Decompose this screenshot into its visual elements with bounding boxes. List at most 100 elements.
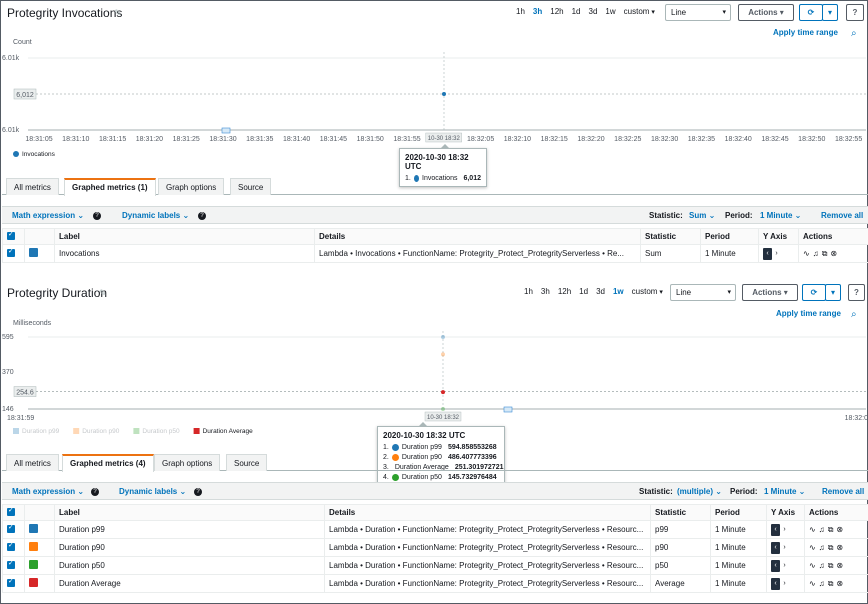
select-all-checkbox[interactable] <box>7 506 15 516</box>
y-axis-left-button[interactable]: ‹ <box>771 523 780 536</box>
statistic-dropdown[interactable]: Sum ⌄ <box>689 211 715 220</box>
tab-all-metrics[interactable]: All metrics <box>6 178 59 195</box>
tab-graph-options[interactable]: Graph options <box>154 454 221 471</box>
graph-line-icon[interactable]: ∿ <box>803 249 813 258</box>
legend-entry[interactable]: Duration p90 <box>82 428 120 435</box>
row-checkbox-cell[interactable] <box>2 574 25 593</box>
remove-all-link[interactable]: Remove all <box>821 211 863 220</box>
y-axis-right-button[interactable]: › <box>780 562 789 569</box>
range-custom[interactable]: custom <box>628 287 667 296</box>
alarm-bell-icon[interactable]: ♫ <box>819 579 828 588</box>
row-checkbox-cell[interactable] <box>2 244 25 263</box>
period-dropdown[interactable]: 1 Minute ⌄ <box>760 211 801 220</box>
range-1w[interactable]: 1w <box>609 287 628 296</box>
row-checkbox-cell[interactable] <box>2 538 25 557</box>
help-icon[interactable]: ? <box>198 212 206 220</box>
range-1d[interactable]: 1d <box>575 287 592 296</box>
alarm-bell-icon[interactable]: ♫ <box>819 525 828 534</box>
math-expression-dropdown[interactable]: Math expression ⌄ <box>12 487 84 496</box>
actions-button[interactable]: Actions ▾ <box>738 4 794 21</box>
color-cell[interactable] <box>24 538 55 557</box>
legend-entry[interactable]: Duration p50 <box>142 428 180 435</box>
legend-swatch[interactable] <box>13 151 19 157</box>
row-checkbox[interactable] <box>7 523 15 533</box>
data-point[interactable] <box>442 92 446 96</box>
view-select[interactable]: Line ▾ <box>665 4 731 21</box>
metric-statistic[interactable]: Sum <box>640 244 701 263</box>
metric-statistic[interactable]: Average <box>650 574 711 593</box>
range-1w[interactable]: 1w <box>601 7 619 16</box>
tab-graphed-metrics[interactable]: Graphed metrics (4) <box>62 454 154 472</box>
range-handle[interactable] <box>503 406 513 413</box>
legend-entry[interactable]: Duration p99 <box>22 428 60 435</box>
data-point[interactable] <box>441 390 445 395</box>
row-checkbox[interactable] <box>7 541 15 551</box>
metric-period[interactable]: 1 Minute <box>710 574 767 593</box>
legend-swatch[interactable] <box>13 428 19 434</box>
y-axis-right-button[interactable]: › <box>780 544 789 551</box>
remove-icon[interactable]: ⊗ <box>836 525 846 534</box>
range-handle[interactable] <box>221 127 231 134</box>
remove-icon[interactable]: ⊗ <box>836 579 846 588</box>
dynamic-labels-dropdown[interactable]: Dynamic labels ⌄ <box>119 487 186 496</box>
dynamic-labels-dropdown[interactable]: Dynamic labels ⌄ <box>122 211 189 220</box>
color-swatch[interactable] <box>29 524 38 533</box>
y-axis-left-button[interactable]: ‹ <box>771 541 780 554</box>
legend-entry[interactable]: Invocations <box>22 151 56 158</box>
refresh-button[interactable]: ⟳ <box>799 4 823 21</box>
help-icon[interactable]: ? <box>194 488 202 496</box>
edit-pencil-icon[interactable]: ✎ <box>114 8 122 19</box>
remove-all-link[interactable]: Remove all <box>822 487 864 496</box>
help-icon[interactable]: ? <box>91 488 99 496</box>
y-axis-right-button[interactable]: › <box>780 526 789 533</box>
color-cell[interactable] <box>24 574 55 593</box>
legend-entry[interactable]: Duration Average <box>203 428 253 435</box>
range-1h[interactable]: 1h <box>512 7 529 16</box>
refresh-button[interactable]: ⟳ <box>802 284 826 301</box>
row-checkbox-cell[interactable] <box>2 520 25 539</box>
range-12h[interactable]: 12h <box>546 7 567 16</box>
row-checkbox[interactable] <box>7 577 15 587</box>
metric-label[interactable]: Duration p90 <box>54 538 325 557</box>
range-1h[interactable]: 1h <box>520 287 537 296</box>
graph-line-icon[interactable]: ∿ <box>809 525 819 534</box>
data-point[interactable] <box>441 407 445 412</box>
row-checkbox[interactable] <box>7 247 15 257</box>
refresh-options-button[interactable]: ▾ <box>825 284 841 301</box>
color-cell[interactable] <box>24 520 55 539</box>
help-button[interactable]: ? <box>848 284 865 301</box>
legend-swatch[interactable] <box>193 428 200 434</box>
color-cell[interactable] <box>24 244 55 263</box>
color-swatch[interactable] <box>29 542 38 551</box>
select-all-header[interactable] <box>2 504 25 521</box>
alarm-bell-icon[interactable]: ♫ <box>819 561 828 570</box>
y-axis-left-button[interactable]: ‹ <box>771 577 780 590</box>
y-axis-left-button[interactable]: ‹ <box>763 247 772 260</box>
period-dropdown[interactable]: 1 Minute ⌄ <box>764 487 805 496</box>
metric-period[interactable]: 1 Minute <box>700 244 759 263</box>
statistic-dropdown[interactable]: (multiple) ⌄ <box>677 487 722 496</box>
metric-period[interactable]: 1 Minute <box>710 520 767 539</box>
graph-line-icon[interactable]: ∿ <box>809 543 819 552</box>
actions-button[interactable]: Actions ▾ <box>742 284 798 301</box>
tab-graphed-metrics[interactable]: Graphed metrics (1) <box>64 178 156 196</box>
color-swatch[interactable] <box>29 578 38 587</box>
y-axis-right-button[interactable]: › <box>780 580 789 587</box>
metric-label[interactable]: Duration p99 <box>54 520 325 539</box>
tab-all-metrics[interactable]: All metrics <box>6 454 59 471</box>
alarm-bell-icon[interactable]: ♫ <box>813 249 822 258</box>
row-checkbox[interactable] <box>7 559 15 569</box>
y-axis-right-button[interactable]: › <box>772 250 781 257</box>
edit-pencil-icon[interactable]: ✎ <box>99 288 107 299</box>
legend-swatch[interactable] <box>133 428 140 434</box>
range-custom[interactable]: custom <box>620 7 659 16</box>
data-point[interactable] <box>441 335 445 340</box>
color-cell[interactable] <box>24 556 55 575</box>
legend-swatch[interactable] <box>73 428 80 434</box>
metric-statistic[interactable]: p50 <box>650 556 711 575</box>
help-button[interactable]: ? <box>846 4 864 21</box>
metric-label[interactable]: Invocations <box>54 244 315 263</box>
remove-icon[interactable]: ⊗ <box>830 249 840 258</box>
graph-line-icon[interactable]: ∿ <box>809 579 819 588</box>
metric-statistic[interactable]: p90 <box>650 538 711 557</box>
